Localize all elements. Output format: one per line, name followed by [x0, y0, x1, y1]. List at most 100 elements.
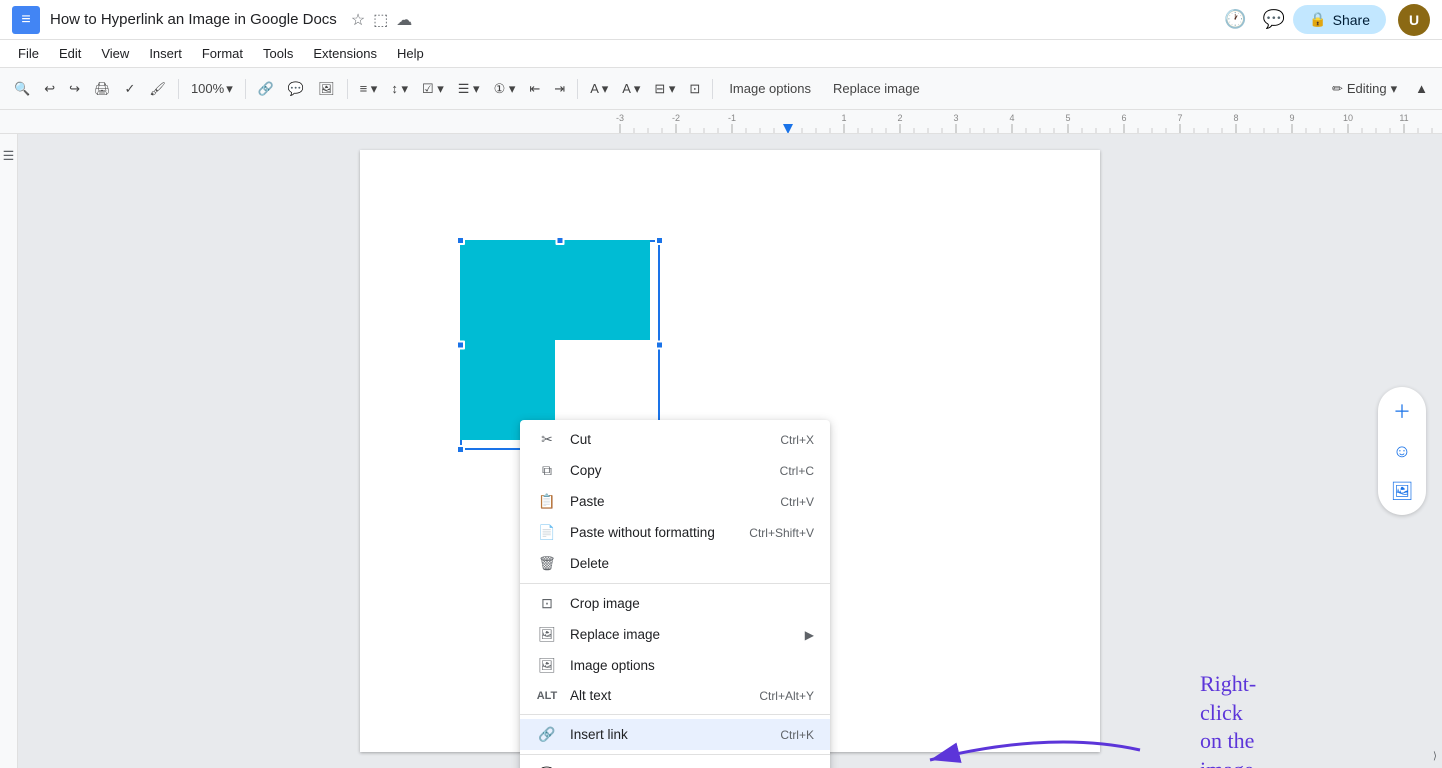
document-title: How to Hyperlink an Image in Google Docs — [50, 11, 337, 28]
toolbar: 🔍 ↩ ↪ 🖨 ✓ 🖌 100% ▾ 🔗 💬 🖼 ≡ ▾ ↕ ▾ ☑ ▾ ☰ ▾… — [0, 68, 1442, 110]
image-replace-icon: 🖼 — [536, 626, 558, 643]
document-area[interactable]: ✂ Cut Ctrl+X ⧉ Copy Ctrl+C 📋 Paste Ctrl+… — [18, 134, 1442, 768]
svg-text:-3: -3 — [616, 113, 624, 123]
zoom-btn[interactable]: 100% ▾ — [185, 77, 239, 101]
float-add-btn[interactable]: ＋ — [1384, 393, 1420, 429]
move-icon[interactable]: ⬚ — [373, 10, 388, 30]
menu-help[interactable]: Help — [387, 44, 434, 63]
history-icon[interactable]: 🕐 — [1224, 9, 1246, 30]
resize-handle-top-center[interactable] — [556, 236, 565, 245]
indent-increase-btn[interactable]: ⇥ — [548, 77, 571, 101]
list-btn[interactable]: ☰ ▾ — [452, 77, 486, 101]
crop-icon: ⊡ — [536, 595, 558, 612]
text-color-btn[interactable]: A ▾ — [616, 77, 646, 101]
cm-cut[interactable]: ✂ Cut Ctrl+X — [520, 424, 830, 455]
share-button[interactable]: 🔒 Share — [1293, 5, 1386, 34]
columns-btn[interactable]: ⊟ ▾ — [648, 77, 681, 101]
svg-text:2: 2 — [897, 113, 902, 123]
cm-paste[interactable]: 📋 Paste Ctrl+V — [520, 486, 830, 517]
svg-text:11: 11 — [1399, 113, 1408, 123]
svg-text:9: 9 — [1289, 113, 1294, 123]
cloud-icon[interactable]: ☁ — [396, 10, 412, 30]
menu-file[interactable]: File — [8, 44, 49, 63]
divider-1 — [520, 583, 830, 584]
divider-2 — [520, 714, 830, 715]
resize-handle-top-right[interactable] — [655, 236, 664, 245]
menu-tools[interactable]: Tools — [253, 44, 303, 63]
float-image-btn[interactable]: 🖼 — [1384, 473, 1420, 509]
menu-insert[interactable]: Insert — [139, 44, 192, 63]
cm-delete[interactable]: 🗑 Delete — [520, 548, 830, 579]
cm-alt-text[interactable]: ALT Alt text Ctrl+Alt+Y — [520, 681, 830, 710]
spellcheck-btn[interactable]: ✓ — [119, 77, 142, 101]
menu-bar: File Edit View Insert Format Tools Exten… — [0, 40, 1442, 68]
align-btn[interactable]: ≡ ▾ — [354, 77, 384, 101]
lock-icon: 🔒 — [1309, 11, 1326, 28]
cm-image-options[interactable]: 🖼 Image options — [520, 650, 830, 681]
avatar: U — [1398, 4, 1430, 36]
svg-text:6: 6 — [1121, 113, 1126, 123]
cm-paste-no-format[interactable]: 📄 Paste without formatting Ctrl+Shift+V — [520, 517, 830, 548]
svg-text:3: 3 — [953, 113, 958, 123]
resize-handle-bottom-left[interactable] — [456, 445, 465, 454]
annotation-text: Right-click on the image and select "Ins… — [1200, 670, 1259, 768]
svg-text:5: 5 — [1065, 113, 1070, 123]
star-icon[interactable]: ☆ — [351, 10, 365, 30]
title-bar: ≡ How to Hyperlink an Image in Google Do… — [0, 0, 1442, 40]
redo-btn[interactable]: ↪ — [63, 77, 86, 101]
selected-image[interactable] — [460, 240, 660, 450]
sep3 — [347, 79, 348, 99]
resize-handle-top-left[interactable] — [456, 236, 465, 245]
print-btn[interactable]: 🖨 — [88, 77, 117, 101]
line-spacing-btn[interactable]: ↕ ▾ — [385, 77, 414, 101]
cm-comment[interactable]: 💬 Comment Ctrl+Alt+M — [520, 759, 830, 768]
numlist-btn[interactable]: ① ▾ — [488, 77, 522, 101]
replace-image-toolbar-btn[interactable]: Replace image — [823, 77, 930, 100]
cm-insert-link[interactable]: 🔗 Insert link Ctrl+K — [520, 719, 830, 750]
paste-icon: 📋 — [536, 493, 558, 510]
ruler: -3-2-1123456789101112131415161718 — [0, 110, 1442, 134]
svg-text:8: 8 — [1233, 113, 1238, 123]
bottom-right-handle[interactable]: ⟩ — [1428, 744, 1442, 768]
cm-replace-image[interactable]: 🖼 Replace image ▶ — [520, 619, 830, 650]
image-btn[interactable]: 🖼 — [312, 77, 341, 101]
undo-btn[interactable]: ↩ — [38, 77, 61, 101]
document-page: ✂ Cut Ctrl+X ⧉ Copy Ctrl+C 📋 Paste Ctrl+… — [360, 150, 1100, 752]
paint-format-btn[interactable]: 🖌 — [143, 77, 172, 101]
menu-edit[interactable]: Edit — [49, 44, 91, 63]
image-options-toolbar-btn[interactable]: Image options — [719, 77, 821, 100]
google-docs-icon: ≡ — [12, 6, 40, 34]
link-btn[interactable]: 🔗 — [252, 77, 280, 101]
cm-crop-image[interactable]: ⊡ Crop image — [520, 588, 830, 619]
scissors-icon: ✂ — [536, 431, 558, 448]
link-icon: 🔗 — [536, 726, 558, 743]
menu-format[interactable]: Format — [192, 44, 253, 63]
resize-handle-middle-right[interactable] — [655, 341, 664, 350]
collapse-toolbar-btn[interactable]: ▲ — [1409, 77, 1434, 100]
menu-view[interactable]: View — [91, 44, 139, 63]
menu-extensions[interactable]: Extensions — [303, 44, 387, 63]
checklist-btn[interactable]: ☑ ▾ — [416, 77, 450, 101]
crop-btn[interactable]: ⊡ — [683, 77, 706, 101]
highlight-btn[interactable]: A ▾ — [584, 77, 614, 101]
svg-text:-2: -2 — [672, 113, 680, 123]
main-area: ☰ ✂ Cut — [0, 134, 1442, 768]
svg-text:1: 1 — [841, 113, 846, 123]
outline-icon[interactable]: ☰ — [3, 148, 15, 164]
cm-copy[interactable]: ⧉ Copy Ctrl+C — [520, 455, 830, 486]
paste-plain-icon: 📄 — [536, 524, 558, 541]
indent-decrease-btn[interactable]: ⇤ — [523, 77, 546, 101]
sep5 — [712, 79, 713, 99]
resize-handle-middle-left[interactable] — [456, 341, 465, 350]
search-toolbar-btn[interactable]: 🔍 — [8, 77, 36, 101]
svg-text:7: 7 — [1177, 113, 1182, 123]
trash-icon: 🗑 — [536, 555, 558, 572]
editing-mode-btn[interactable]: ✏ Editing ▾ — [1322, 77, 1407, 101]
divider-3 — [520, 754, 830, 755]
float-emoji-btn[interactable]: ☺ — [1384, 433, 1420, 469]
comment-icon[interactable]: 💬 — [1263, 9, 1285, 30]
comment-btn[interactable]: 💬 — [282, 77, 310, 101]
sep1 — [178, 79, 179, 99]
left-sidebar: ☰ — [0, 134, 18, 768]
ruler-svg: -3-2-1123456789101112131415161718 — [310, 110, 1442, 134]
